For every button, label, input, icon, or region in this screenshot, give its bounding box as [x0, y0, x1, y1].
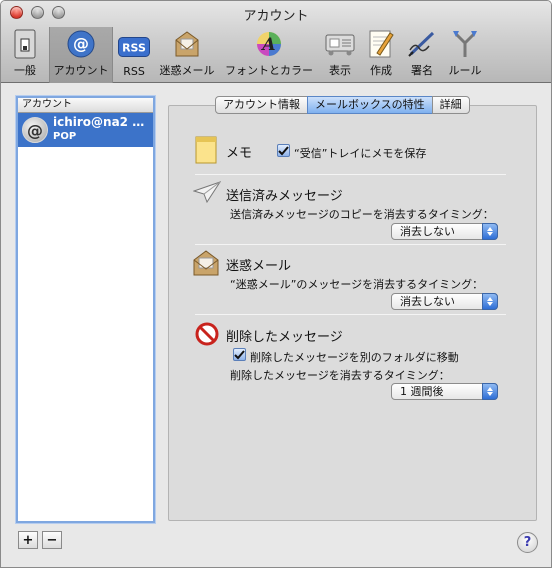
window-title: アカウント — [243, 9, 309, 24]
help-button[interactable]: ? — [517, 532, 538, 553]
junk-mail-icon — [192, 249, 220, 280]
account-type: POP — [53, 131, 77, 142]
memo-checkbox[interactable] — [277, 144, 290, 157]
preferences-window: アカウント 一般 @ アカウント RSS RSS 迷惑メール A フォントとカラ… — [0, 0, 552, 568]
sent-description: 送信済みメッセージのコピーを消去するタイミング： — [230, 208, 494, 221]
signature-icon — [406, 28, 438, 60]
preferences-toolbar: 一般 @ アカウント RSS RSS 迷惑メール A フォントとカラー 表示 作… — [1, 27, 551, 83]
toolbar-signatures[interactable]: 署名 — [403, 27, 441, 83]
toolbar-rules[interactable]: ルール — [445, 27, 485, 83]
toolbar-label: 作成 — [370, 64, 392, 77]
updown-arrow-icon — [482, 383, 498, 400]
toolbar-fonts-colors[interactable]: A フォントとカラー — [222, 27, 316, 83]
move-to-trash-label[interactable]: 削除したメッセージを別のフォルダに移動 — [250, 349, 459, 365]
move-to-trash-checkbox[interactable] — [233, 348, 246, 361]
trash-erase-value: 1 週間後 — [400, 385, 444, 398]
toolbar-accounts[interactable]: @ アカウント — [49, 27, 113, 83]
memo-checkbox-label[interactable]: “受信”トレイにメモを保存 — [294, 145, 426, 161]
svg-text:RSS: RSS — [122, 42, 146, 55]
compose-icon — [365, 28, 397, 60]
sent-title: 送信済みメッセージ — [226, 189, 343, 204]
sent-erase-value: 消去しない — [400, 225, 455, 238]
svg-text:A: A — [260, 35, 275, 55]
prohibited-icon — [195, 322, 219, 349]
trash-erase-popup[interactable]: 1 週間後 — [391, 383, 498, 400]
toolbar-label: RSS — [123, 65, 145, 78]
rss-icon: RSS — [118, 31, 150, 63]
memo-title: メモ — [226, 146, 253, 161]
trash-description: 削除したメッセージを消去するタイミング： — [230, 369, 450, 382]
toolbar-junk-mail[interactable]: 迷惑メール — [157, 27, 217, 83]
tab-advanced[interactable]: 詳細 — [431, 96, 470, 114]
account-at-icon: @ — [22, 117, 48, 143]
toolbar-label: アカウント — [53, 64, 109, 77]
account-row[interactable]: @ ichiro@na2 … POP — [18, 113, 153, 147]
junk-mail-icon — [171, 28, 203, 60]
account-list-header: アカウント — [18, 98, 153, 113]
font-color-icon: A — [253, 28, 285, 60]
general-switch-icon — [9, 28, 41, 60]
at-sign-icon: @ — [65, 28, 97, 60]
separator — [195, 314, 506, 315]
paper-plane-icon — [192, 181, 222, 206]
toolbar-label: ルール — [448, 64, 482, 77]
separator — [195, 174, 506, 175]
junk-erase-value: 消去しない — [400, 295, 455, 308]
updown-arrow-icon — [482, 293, 498, 310]
toolbar-general[interactable]: 一般 — [5, 27, 45, 83]
updown-arrow-icon — [482, 223, 498, 240]
sent-erase-popup[interactable]: 消去しない — [391, 223, 498, 240]
toolbar-label: 署名 — [411, 64, 433, 77]
svg-text:@: @ — [73, 34, 89, 53]
title-bar: アカウント 一般 @ アカウント RSS RSS 迷惑メール A フォントとカラ… — [1, 1, 551, 83]
account-list[interactable]: アカウント @ ichiro@na2 … POP — [16, 96, 155, 523]
remove-account-button[interactable]: − — [42, 531, 62, 549]
tab-mailbox-behaviors[interactable]: メールボックスの特性 — [307, 96, 433, 114]
toolbar-label: フォントとカラー — [225, 64, 313, 77]
toolbar-composing[interactable]: 作成 — [363, 27, 399, 83]
notes-icon — [195, 136, 217, 167]
junk-erase-popup[interactable]: 消去しない — [391, 293, 498, 310]
display-icon — [324, 28, 356, 60]
account-name: ichiro@na2 … — [53, 115, 145, 129]
toolbar-label: 一般 — [14, 64, 36, 77]
rules-icon — [449, 28, 481, 60]
tab-bar: アカウント情報 メールボックスの特性 詳細 — [215, 96, 470, 114]
junk-description: “迷惑メール”のメッセージを消去するタイミング： — [230, 278, 484, 291]
tab-account-info[interactable]: アカウント情報 — [215, 96, 308, 114]
toolbar-rss[interactable]: RSS RSS — [115, 27, 153, 83]
trash-title: 削除したメッセージ — [226, 330, 343, 345]
junk-title: 迷惑メール — [226, 259, 292, 274]
toolbar-label: 表示 — [329, 64, 351, 77]
settings-panel — [168, 105, 537, 521]
separator — [195, 244, 506, 245]
toolbar-viewing[interactable]: 表示 — [321, 27, 359, 83]
toolbar-label: 迷惑メール — [159, 64, 215, 77]
add-account-button[interactable]: + — [18, 531, 38, 549]
